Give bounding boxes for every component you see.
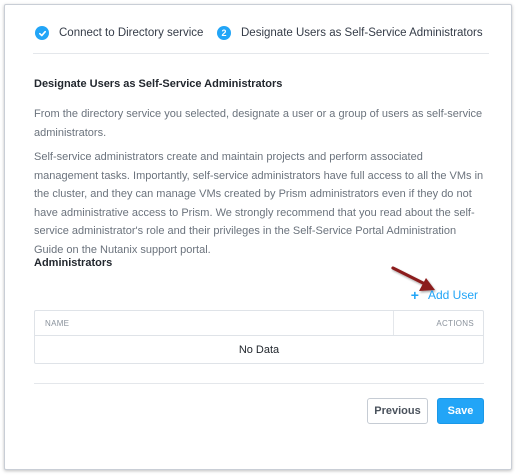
intro-paragraph: From the directory service you selected,… bbox=[34, 108, 483, 139]
plus-icon: + bbox=[410, 287, 419, 303]
table-header: NAME ACTIONS bbox=[35, 311, 483, 336]
previous-button[interactable]: Previous bbox=[367, 398, 428, 424]
column-header-actions[interactable]: ACTIONS bbox=[436, 319, 474, 328]
save-button[interactable]: Save bbox=[437, 398, 484, 424]
table-empty-row: No Data bbox=[35, 336, 483, 364]
wizard-step-label: Designate Users as Self-Service Administ… bbox=[241, 27, 483, 39]
footer-divider bbox=[34, 383, 484, 384]
administrators-heading: Administrators bbox=[34, 257, 113, 269]
wizard-step-label: Connect to Directory service bbox=[59, 27, 204, 39]
description-paragraph: Self-service administrators create and m… bbox=[34, 151, 484, 256]
column-divider bbox=[393, 311, 394, 335]
wizard-step-designate-users[interactable]: 2 Designate Users as Self-Service Admini… bbox=[217, 25, 483, 41]
wizard-steps: Connect to Directory service 2 Designate… bbox=[33, 11, 489, 54]
wizard-step-connect-directory[interactable]: Connect to Directory service bbox=[35, 25, 203, 41]
wizard-dialog: Connect to Directory service 2 Designate… bbox=[4, 4, 512, 470]
column-header-name[interactable]: NAME bbox=[45, 319, 69, 328]
add-user-button[interactable]: + Add User bbox=[411, 288, 478, 302]
step-number-badge: 2 bbox=[217, 26, 231, 40]
empty-state-text: No Data bbox=[238, 344, 280, 356]
check-icon bbox=[35, 26, 49, 40]
add-user-label: Add User bbox=[427, 288, 478, 302]
section-title: Designate Users as Self-Service Administ… bbox=[34, 78, 283, 90]
administrators-table: NAME ACTIONS No Data bbox=[34, 310, 484, 364]
